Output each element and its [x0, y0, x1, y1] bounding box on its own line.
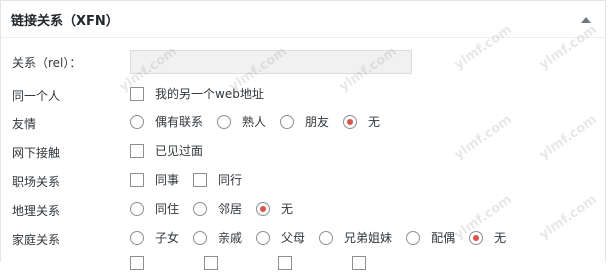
partial-checkbox[interactable]: [278, 256, 292, 270]
family-sibling-label: 兄弟姐妹: [344, 231, 393, 245]
friendship-none-radio[interactable]: [343, 114, 358, 129]
professional-option-coworker[interactable]: 同事: [130, 171, 179, 188]
collapse-toggle-icon[interactable]: [581, 17, 591, 23]
family-spouse-radio[interactable]: [406, 230, 421, 245]
row-geographical: 地理关系 同住 邻居 无: [1, 198, 605, 222]
geographical-none-label: 无: [281, 202, 294, 216]
professional-coworker-label: 同事: [155, 173, 180, 187]
professional-label: 职场关系: [12, 175, 61, 189]
identity-label: 同一个人: [12, 89, 61, 103]
family-option-parent[interactable]: 父母: [256, 229, 305, 246]
partial-checkbox[interactable]: [130, 256, 144, 270]
geographical-neighbor-label: 邻居: [218, 202, 243, 216]
geographical-option-coresident[interactable]: 同住: [130, 200, 179, 217]
geographical-neighbor-radio[interactable]: [193, 201, 208, 216]
geographical-label: 地理关系: [12, 204, 61, 218]
family-option-none[interactable]: 无: [469, 229, 506, 246]
family-parent-label: 父母: [281, 231, 306, 245]
geographical-none-radio[interactable]: [256, 201, 271, 216]
family-parent-radio[interactable]: [256, 230, 271, 245]
identity-option-me[interactable]: 我的另一个web地址: [130, 85, 264, 102]
friendship-option-acquaintance[interactable]: 熟人: [217, 113, 266, 130]
family-none-label: 无: [494, 231, 507, 245]
family-option-spouse[interactable]: 配偶: [406, 229, 455, 246]
row-professional: 职场关系 同事 同行: [1, 169, 605, 193]
friendship-acquaintance-radio[interactable]: [217, 114, 232, 129]
physical-option-met[interactable]: 已见过面: [130, 142, 203, 159]
family-child-radio[interactable]: [130, 230, 144, 245]
family-none-radio[interactable]: [469, 230, 484, 245]
friendship-friend-radio[interactable]: [280, 114, 295, 129]
geographical-option-neighbor[interactable]: 邻居: [193, 200, 242, 217]
row-friendship: 友情 偶有联系 熟人 朋友 无: [1, 111, 605, 135]
row-family: 家庭关系 子女 亲戚 父母 兄弟姐妹 配偶 无: [1, 227, 605, 251]
geographical-coresident-label: 同住: [155, 202, 180, 216]
professional-option-colleague[interactable]: 同行: [193, 171, 242, 188]
family-option-kin[interactable]: 亲戚: [193, 229, 242, 246]
rel-input[interactable]: [130, 50, 412, 74]
row-physical: 网下接触 已见过面: [1, 140, 605, 164]
identity-me-label: 我的另一个web地址: [155, 87, 264, 101]
physical-met-checkbox[interactable]: [130, 143, 144, 158]
physical-met-label: 已见过面: [155, 144, 204, 158]
friendship-none-label: 无: [368, 115, 381, 129]
friendship-contact-label: 偶有联系: [155, 115, 204, 129]
friendship-acquaintance-label: 熟人: [242, 115, 267, 129]
friendship-option-friend[interactable]: 朋友: [280, 113, 329, 130]
panel-title: 链接关系（XFN）: [11, 14, 119, 29]
family-option-sibling[interactable]: 兄弟姐妹: [319, 229, 392, 246]
family-label: 家庭关系: [12, 233, 61, 247]
row-identity: 同一个人 我的另一个web地址: [1, 83, 605, 107]
friendship-option-contact[interactable]: 偶有联系: [130, 113, 203, 130]
rel-label: 关系（rel）：: [12, 56, 82, 70]
professional-colleague-checkbox[interactable]: [193, 172, 208, 187]
family-kin-radio[interactable]: [193, 230, 208, 245]
family-kin-label: 亲戚: [218, 231, 243, 245]
partial-checkbox[interactable]: [204, 256, 218, 270]
partial-checkbox[interactable]: [352, 256, 366, 270]
friendship-option-none[interactable]: 无: [343, 113, 380, 130]
xfn-panel: 链接关系（XFN） 关系（rel）： 同一个人 我的另一个web地址 友情 偶有…: [0, 0, 606, 270]
physical-label: 网下接触: [12, 146, 61, 160]
row-partial: [1, 256, 605, 280]
professional-colleague-label: 同行: [218, 173, 243, 187]
geographical-coresident-radio[interactable]: [130, 201, 144, 216]
panel-header: 链接关系（XFN）: [1, 1, 605, 38]
family-sibling-radio[interactable]: [319, 230, 334, 245]
geographical-option-none[interactable]: 无: [256, 200, 293, 217]
family-option-child[interactable]: 子女: [130, 229, 179, 246]
identity-me-checkbox[interactable]: [130, 86, 144, 101]
family-spouse-label: 配偶: [431, 231, 456, 245]
row-rel: 关系（rel）：: [1, 50, 605, 74]
professional-coworker-checkbox[interactable]: [130, 172, 144, 187]
friendship-contact-radio[interactable]: [130, 114, 144, 129]
family-child-label: 子女: [155, 231, 180, 245]
friendship-friend-label: 朋友: [305, 115, 330, 129]
friendship-label: 友情: [12, 117, 37, 131]
